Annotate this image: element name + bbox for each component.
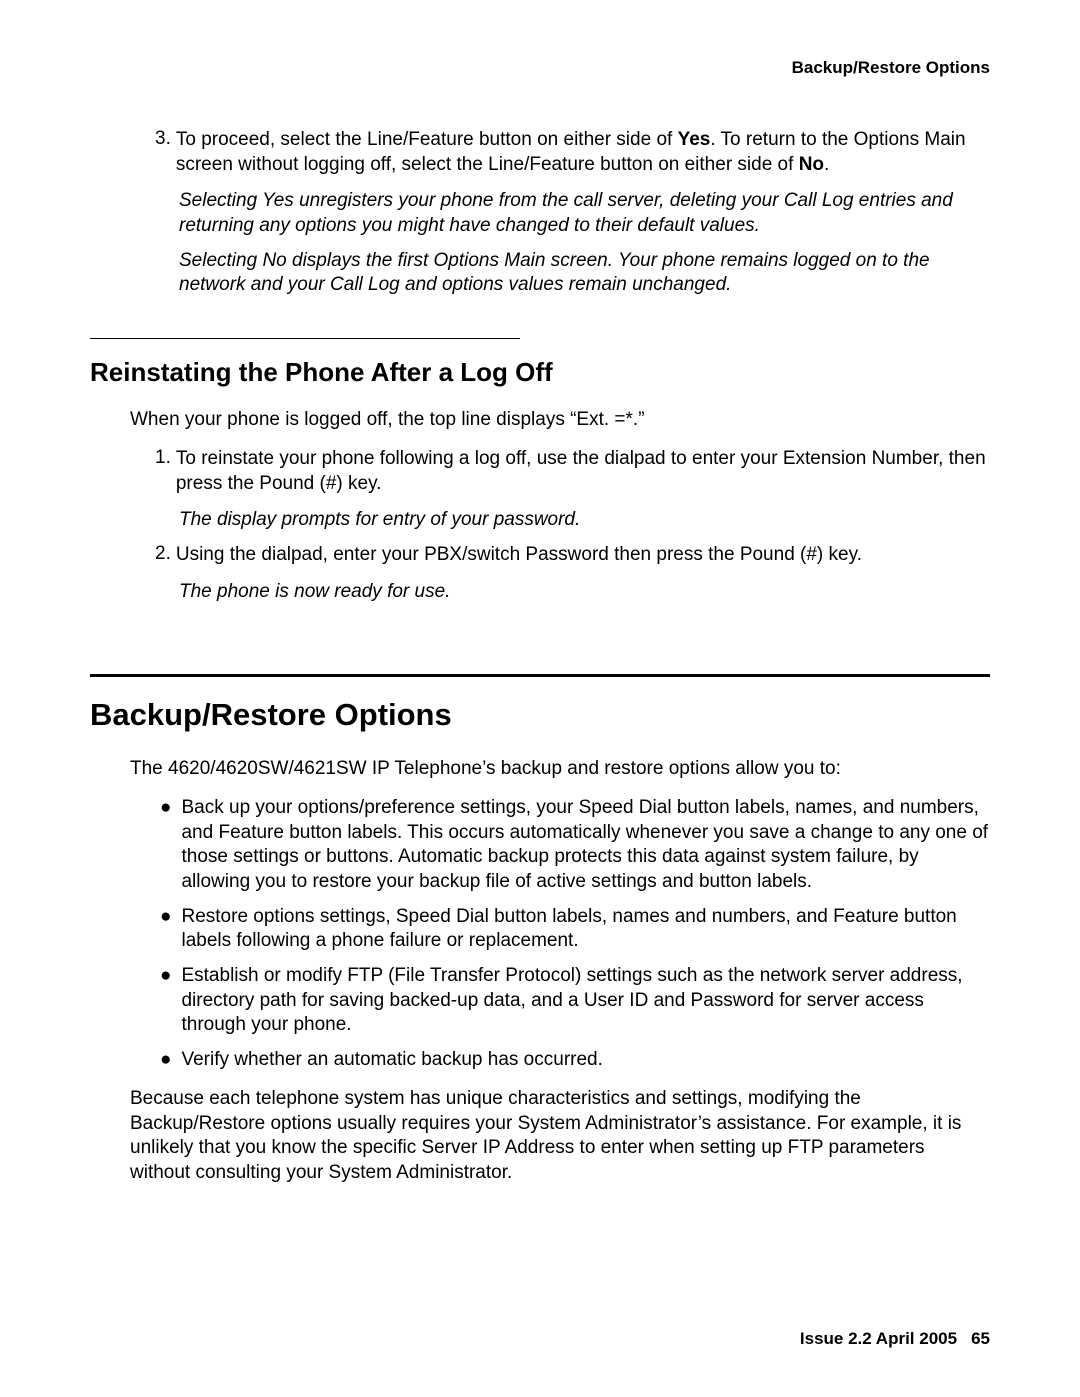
running-header: Backup/Restore Options	[90, 58, 990, 78]
bullet-item: ● Verify whether an automatic backup has…	[160, 1048, 990, 1073]
bullet-item: ● Back up your options/preference settin…	[160, 796, 990, 895]
page-footer: Issue 2.2 April 2005 65	[800, 1329, 990, 1349]
bullet-text: Back up your options/preference settings…	[181, 796, 990, 895]
footer-page-number: 65	[971, 1329, 990, 1348]
reinstate-step-2: 2. Using the dialpad, enter your PBX/swi…	[155, 543, 990, 568]
step-text-end: .	[824, 154, 829, 175]
bullet-icon: ●	[160, 796, 171, 895]
footer-issue: Issue 2.2 April 2005	[800, 1329, 957, 1348]
page-container: Backup/Restore Options 3. To proceed, se…	[0, 0, 1080, 1397]
step-3: 3. To proceed, select the Line/Feature b…	[155, 128, 990, 177]
heading-reinstate: Reinstating the Phone After a Log Off	[90, 357, 990, 388]
step2-note: The phone is now ready for use.	[179, 580, 990, 605]
text-no: No	[799, 154, 824, 175]
backup-intro: The 4620/4620SW/4621SW IP Telephone’s ba…	[130, 757, 990, 782]
bullet-item: ● Establish or modify FTP (File Transfer…	[160, 964, 990, 1038]
reinstate-step-1: 1. To reinstate your phone following a l…	[155, 447, 990, 496]
bullet-text: Verify whether an automatic backup has o…	[181, 1048, 990, 1073]
step1-note: The display prompts for entry of your pa…	[179, 508, 990, 533]
step-number: 1.	[155, 447, 171, 496]
step-number: 3.	[155, 128, 171, 177]
step-body: To proceed, select the Line/Feature butt…	[176, 128, 990, 177]
bullet-icon: ●	[160, 905, 171, 954]
bullet-text: Establish or modify FTP (File Transfer P…	[181, 964, 990, 1038]
text-yes: Yes	[678, 129, 711, 150]
backup-bullet-list: ● Back up your options/preference settin…	[160, 796, 990, 1073]
step-body: To reinstate your phone following a log …	[176, 447, 990, 496]
step-number: 2.	[155, 543, 171, 568]
heading-backup-restore: Backup/Restore Options	[90, 697, 990, 733]
step-3-block: 3. To proceed, select the Line/Feature b…	[155, 128, 990, 298]
section-divider-thick	[90, 674, 990, 677]
step-text-part1: To proceed, select the Line/Feature butt…	[176, 129, 678, 150]
bullet-icon: ●	[160, 1048, 171, 1073]
step-body: Using the dialpad, enter your PBX/switch…	[176, 543, 990, 568]
reinstate-steps: 1. To reinstate your phone following a l…	[155, 447, 990, 604]
bullet-item: ● Restore options settings, Speed Dial b…	[160, 905, 990, 954]
bullet-text: Restore options settings, Speed Dial but…	[181, 905, 990, 954]
note-no: Selecting No displays the first Options …	[179, 249, 990, 298]
reinstate-intro: When your phone is logged off, the top l…	[130, 408, 990, 433]
section-divider-short	[90, 338, 520, 339]
note-yes: Selecting Yes unregisters your phone fro…	[179, 189, 990, 238]
backup-closing: Because each telephone system has unique…	[130, 1087, 990, 1186]
bullet-icon: ●	[160, 964, 171, 1038]
